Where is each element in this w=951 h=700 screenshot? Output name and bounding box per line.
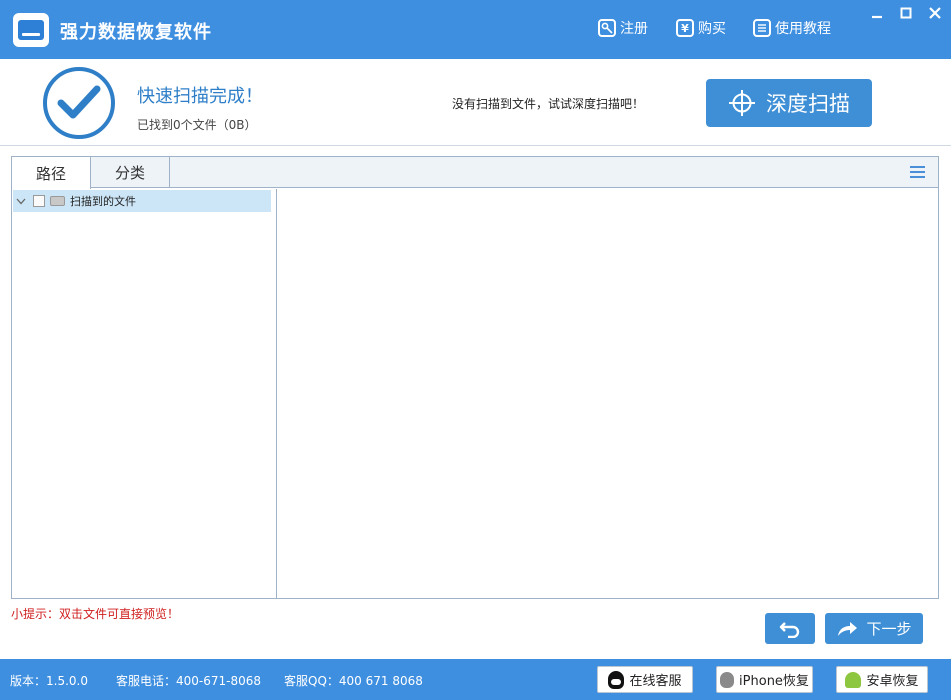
next-step-button[interactable]: 下一步 — [825, 613, 923, 644]
document-icon — [753, 19, 771, 37]
folder-tree: 扫描到的文件 — [12, 189, 277, 598]
apple-icon — [720, 671, 735, 688]
android-recovery-button[interactable]: 安卓恢复 — [836, 666, 928, 693]
register-link[interactable]: 注册 — [598, 18, 648, 38]
results-panel: 路径 分类 扫描到的文件 — [11, 156, 939, 599]
deep-scan-label: 深度扫描 — [766, 92, 850, 116]
android-recovery-label: 安卓恢复 — [866, 674, 919, 689]
back-button[interactable] — [765, 613, 815, 644]
phone-text: 客服电话：400-671-8068 — [116, 674, 262, 688]
register-label: 注册 — [620, 21, 648, 37]
undo-icon — [779, 621, 800, 638]
app-logo-icon — [13, 13, 49, 47]
version-text: 版本：1.5.0.0 — [10, 674, 88, 688]
iphone-recovery-label: iPhone恢复 — [739, 674, 809, 689]
checkmark-icon — [43, 67, 115, 139]
yen-icon: ¥ — [676, 19, 694, 37]
scan-complete-text: 快速扫描完成！ — [137, 86, 263, 107]
tree-root-label: 扫描到的文件 — [70, 195, 136, 208]
tutorial-link[interactable]: 使用教程 — [753, 18, 831, 38]
drive-icon — [50, 196, 65, 206]
maximize-button[interactable] — [895, 4, 917, 22]
footer-bar: 版本：1.5.0.0 客服电话：400-671-8068 客服QQ：400 67… — [0, 659, 951, 700]
next-step-label: 下一步 — [866, 620, 912, 638]
tab-path[interactable]: 路径 — [12, 157, 91, 189]
android-icon — [845, 671, 862, 688]
minimize-button[interactable] — [866, 4, 888, 22]
deep-scan-hint: 没有扫描到文件，试试深度扫描吧！ — [452, 97, 645, 111]
title-bar: 强力数据恢复软件 注册 ¥ 购买 使用教程 — [0, 0, 951, 59]
view-tabs: 路径 分类 — [12, 157, 938, 189]
iphone-recovery-button[interactable]: iPhone恢复 — [716, 666, 813, 693]
tab-category[interactable]: 分类 — [91, 157, 170, 188]
scan-status-area: 快速扫描完成！ 已找到0个文件（0B） 没有扫描到文件，试试深度扫描吧！ 深度扫… — [0, 59, 951, 146]
online-service-label: 在线客服 — [629, 674, 682, 689]
menu-icon[interactable] — [910, 166, 925, 179]
minimize-icon — [872, 15, 882, 19]
deep-scan-button[interactable]: 深度扫描 — [706, 79, 872, 127]
key-icon — [598, 19, 616, 37]
buy-label: 购买 — [698, 21, 726, 37]
crosshair-icon — [729, 90, 755, 116]
app-title: 强力数据恢复软件 — [60, 22, 212, 43]
file-list-area[interactable] — [278, 189, 938, 598]
qq-text: 客服QQ：400 671 8068 — [284, 674, 423, 688]
preview-tip: 小提示：双击文件可直接预览！ — [11, 607, 180, 621]
tutorial-label: 使用教程 — [775, 21, 831, 37]
buy-link[interactable]: ¥ 购买 — [676, 18, 726, 38]
chevron-down-icon[interactable] — [13, 195, 29, 208]
found-count-text: 已找到0个文件（0B） — [137, 118, 257, 132]
online-service-button[interactable]: 在线客服 — [597, 666, 693, 693]
maximize-icon — [900, 7, 912, 19]
close-icon — [929, 7, 941, 19]
qq-penguin-icon — [608, 670, 625, 689]
tree-root-checkbox[interactable] — [33, 195, 45, 207]
tree-root-item[interactable]: 扫描到的文件 — [13, 190, 271, 212]
close-button[interactable] — [924, 4, 946, 22]
forward-arrow-icon — [838, 621, 858, 636]
